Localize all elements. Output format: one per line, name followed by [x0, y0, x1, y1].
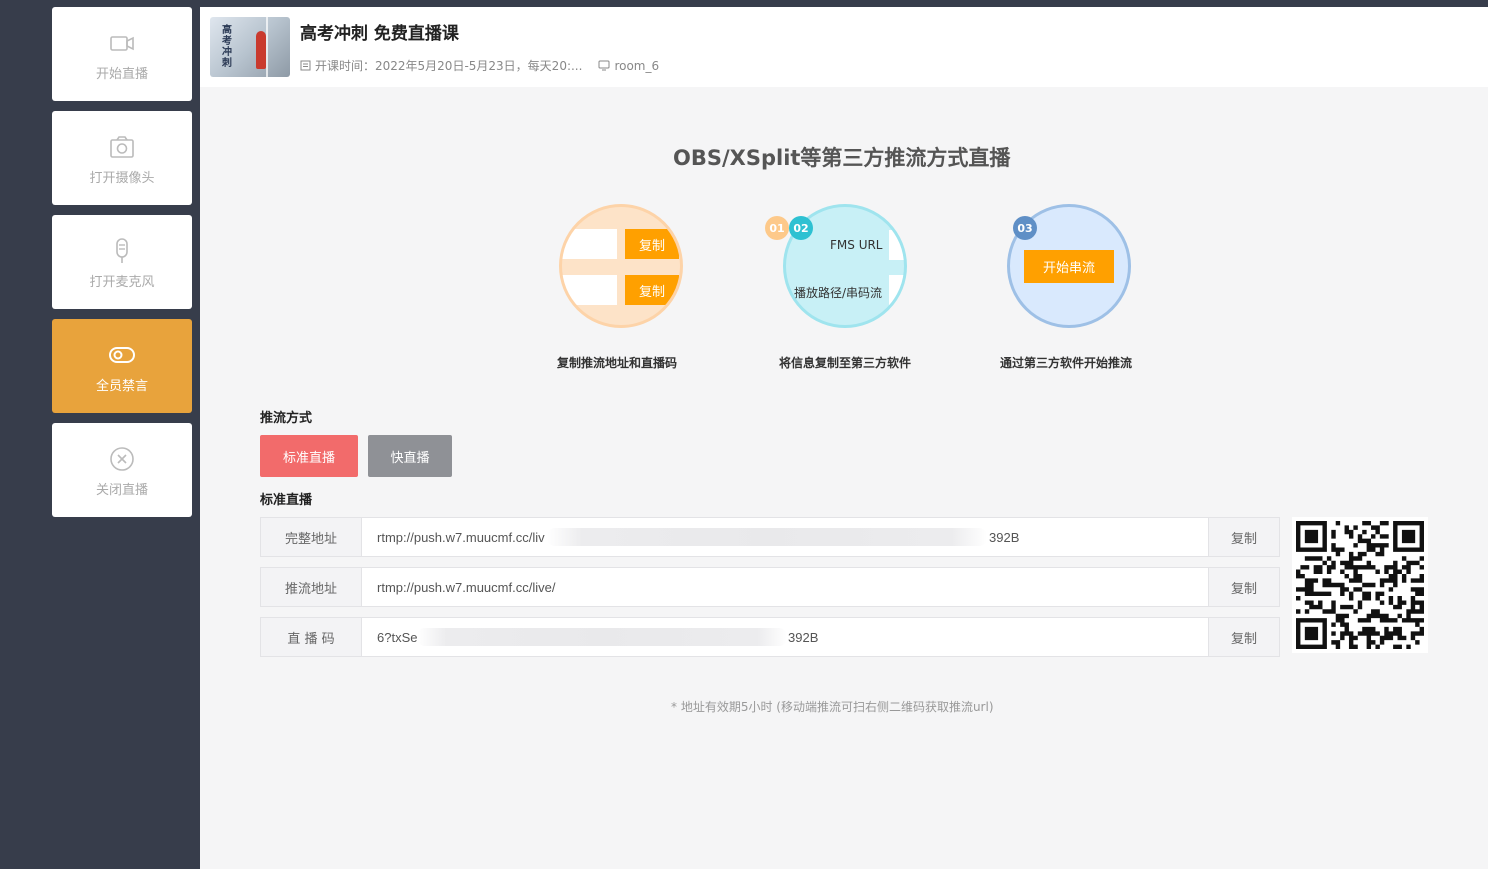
mute-all-label: 全员禁言 — [95, 378, 148, 394]
start-live-label: 开始直播 — [95, 66, 148, 82]
step-1-field-1 — [562, 229, 617, 259]
step-1-caption: 复制推流地址和直播码 — [557, 356, 678, 370]
course-header: 高考冲刺 高考冲刺 免费直播课 开课时间：2022年5月20日-5月23日，每天… — [200, 7, 1488, 87]
stream-key-label: 直 播 码 — [261, 618, 362, 656]
validity-note: * 地址有效期5小时 (移动端推流可扫右侧二维码获取推流url) — [671, 700, 994, 714]
step-2-number: 02 — [789, 216, 813, 240]
step-2-play-path: 播放路径/串码流 — [794, 286, 883, 300]
stream-key-prefix: 6?txSe — [377, 629, 418, 645]
step-1-copy-button-2: 复制 — [625, 275, 679, 305]
close-circle-icon — [110, 446, 134, 471]
camera-icon — [110, 135, 134, 158]
calendar-icon — [300, 60, 311, 71]
full-address-value[interactable]: rtmp://push.w7.muucmf.cc/liv 392B — [362, 518, 1208, 556]
qr-code-image — [1296, 521, 1424, 649]
step-1-field-2 — [562, 275, 617, 305]
thumbnail-figure — [256, 31, 266, 69]
full-address-prefix: rtmp://push.w7.muucmf.cc/liv — [377, 529, 545, 545]
toggle-icon — [109, 346, 135, 363]
step-2-field-1 — [889, 230, 904, 260]
copy-full-address-button[interactable]: 复制 — [1208, 518, 1279, 556]
sidebar: 开始直播 打开摄像头 打开麦克风 全员禁言 关闭直播 — [52, 7, 192, 527]
thumbnail-pole — [266, 17, 268, 77]
step-2-field-2 — [889, 275, 904, 305]
room-id: room_6 — [614, 58, 660, 73]
open-microphone-button[interactable]: 打开麦克风 — [52, 215, 192, 309]
step-3-number: 03 — [1013, 216, 1037, 240]
copy-stream-key-button[interactable]: 复制 — [1208, 618, 1279, 656]
redacted-blur — [417, 628, 787, 646]
step-3-caption: 通过第三方软件开始推流 — [1000, 356, 1133, 370]
start-stream-button: 开始串流 — [1024, 250, 1114, 283]
step-1-number: 01 — [765, 216, 789, 240]
step-2-fms-url: FMS URL — [830, 238, 883, 252]
start-live-button[interactable]: 开始直播 — [52, 7, 192, 101]
course-thumbnail: 高考冲刺 — [210, 17, 290, 77]
course-title: 高考冲刺 免费直播课 — [300, 24, 459, 44]
close-live-label: 关闭直播 — [95, 482, 148, 498]
course-schedule: 开课时间：2022年5月20日-5月23日，每天20:... — [315, 59, 583, 73]
push-address-label: 推流地址 — [261, 568, 362, 606]
video-camera-icon — [110, 35, 134, 51]
stream-mode-label: 推流方式 — [260, 411, 313, 426]
step-1-circle: 复制 复制 — [559, 204, 683, 328]
step-1-copy-button-1: 复制 — [625, 229, 679, 259]
standard-live-button[interactable]: 标准直播 — [260, 435, 358, 477]
mute-all-button[interactable]: 全员禁言 — [52, 319, 192, 413]
copy-push-address-button[interactable]: 复制 — [1208, 568, 1279, 606]
qr-code — [1292, 517, 1428, 653]
stream-key-value[interactable]: 6?txSe 392B — [362, 618, 1208, 656]
stream-key-row: 直 播 码 6?txSe 392B 复制 — [260, 617, 1280, 657]
stream-key-suffix: 392B — [788, 629, 819, 645]
step-2-caption: 将信息复制至第三方软件 — [779, 356, 912, 370]
microphone-icon — [116, 237, 128, 263]
push-address-text: rtmp://push.w7.muucmf.cc/live/ — [377, 579, 556, 595]
push-address-row: 推流地址 rtmp://push.w7.muucmf.cc/live/ 复制 — [260, 567, 1280, 607]
redacted-blur — [547, 528, 987, 546]
main-title: OBS/XSplit等第三方推流方式直播 — [673, 146, 1011, 170]
open-camera-label: 打开摄像头 — [89, 170, 155, 186]
close-live-button[interactable]: 关闭直播 — [52, 423, 192, 517]
thumbnail-text: 高考冲刺 — [222, 25, 232, 69]
full-address-suffix: 392B — [989, 529, 1020, 545]
open-camera-button[interactable]: 打开摄像头 — [52, 111, 192, 205]
push-address-value[interactable]: rtmp://push.w7.muucmf.cc/live/ — [362, 568, 1208, 606]
main-panel: OBS/XSplit等第三方推流方式直播 复制 复制 01 复制推流地址和直播码… — [200, 87, 1488, 869]
full-address-label: 完整地址 — [261, 518, 362, 556]
standard-live-section-title: 标准直播 — [260, 493, 313, 508]
fast-live-button[interactable]: 快直播 — [368, 435, 452, 477]
course-meta: 开课时间：2022年5月20日-5月23日，每天20:... room_6 — [300, 57, 675, 74]
monitor-icon — [598, 60, 610, 71]
full-address-row: 完整地址 rtmp://push.w7.muucmf.cc/liv 392B 复… — [260, 517, 1280, 557]
open-microphone-label: 打开麦克风 — [89, 274, 155, 290]
